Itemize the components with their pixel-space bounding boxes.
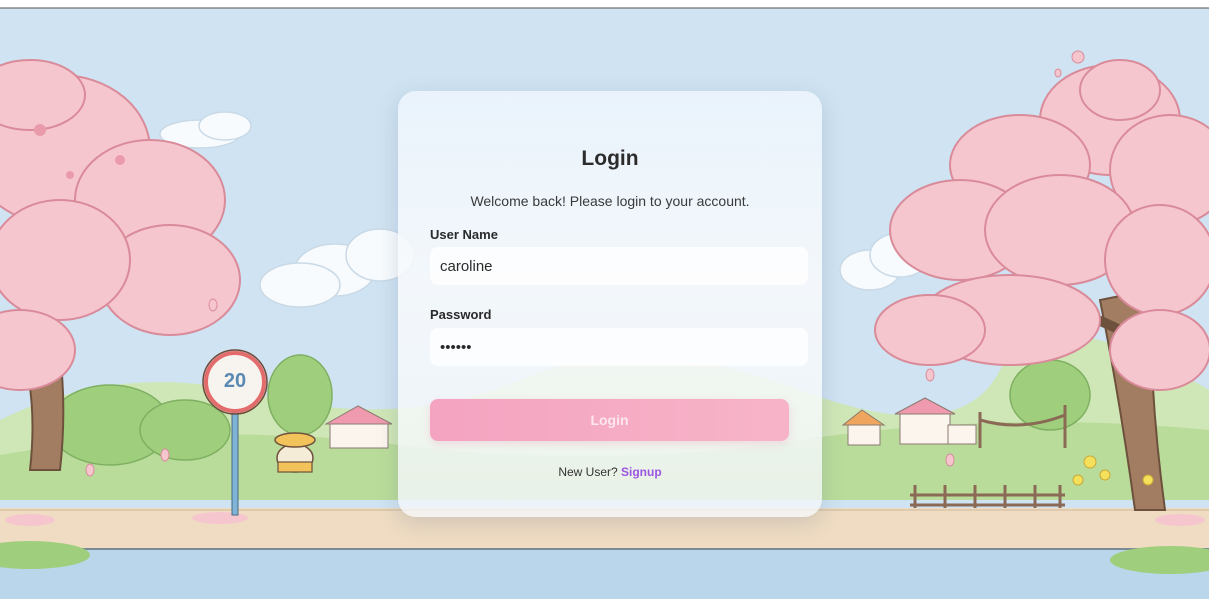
new-user-text: New User? <box>558 465 618 479</box>
login-subtitle: Welcome back! Please login to your accou… <box>470 193 750 209</box>
login-button[interactable]: Login <box>430 399 789 441</box>
password-label: Password <box>430 307 492 322</box>
signup-link[interactable]: Signup <box>621 465 662 479</box>
signup-row: New User? Signup <box>398 465 822 479</box>
password-input[interactable] <box>430 328 808 366</box>
bear-figure <box>274 432 316 473</box>
speed-sign-label: 20 <box>223 370 247 392</box>
login-title: Login <box>581 147 639 170</box>
username-label: User Name <box>430 227 498 242</box>
login-card: Login Welcome back! Please login to your… <box>398 91 822 517</box>
username-input[interactable] <box>430 247 808 285</box>
